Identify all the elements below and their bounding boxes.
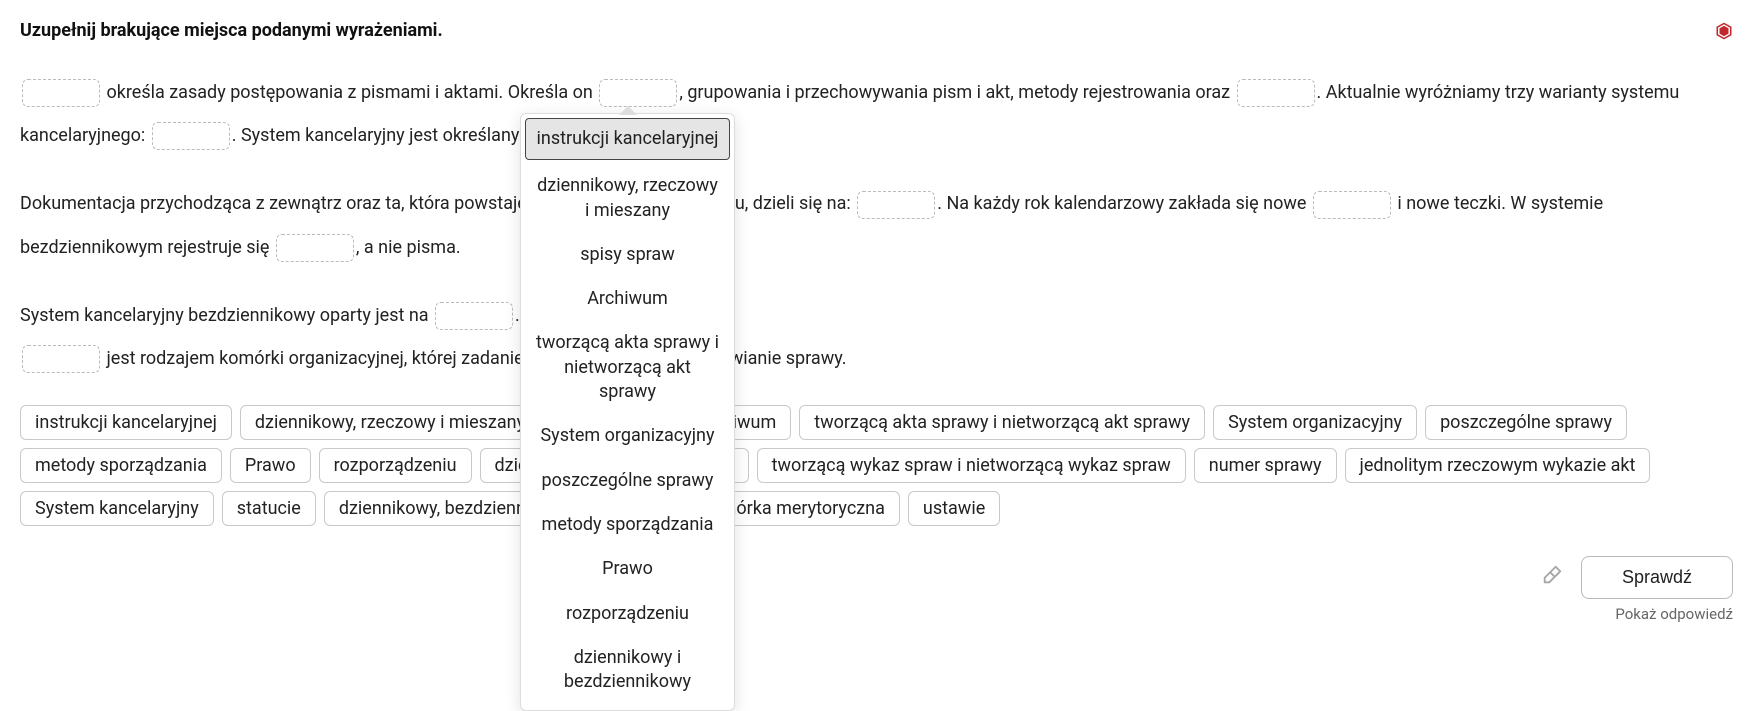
dropdown-item[interactable]: System organizacyjny xyxy=(521,414,734,458)
option-chip[interactable]: poszczególne sprawy xyxy=(1425,405,1627,440)
option-chip[interactable]: metody sporządzania xyxy=(20,448,222,483)
dropdown-item[interactable]: metody sporządzania xyxy=(521,503,734,547)
option-chip[interactable]: Prawo xyxy=(230,448,311,483)
text: System kancelaryjny bezdziennikowy opart… xyxy=(20,305,433,326)
text: określa zasady postępowania z pismami i … xyxy=(102,82,597,103)
text: . Na każdy rok kalendarzowy zakłada się … xyxy=(937,193,1311,214)
info-hexagon-icon[interactable] xyxy=(1715,22,1733,40)
dropdown-item[interactable]: dziennikowy i bezdziennikowy xyxy=(521,636,734,705)
blank-input[interactable] xyxy=(22,79,100,107)
option-chip[interactable]: dziennikowy, rzeczowy i mieszany xyxy=(240,405,540,440)
dropdown-item[interactable]: spisy spraw xyxy=(521,233,734,277)
blank-input[interactable] xyxy=(152,122,230,150)
option-chip[interactable]: statucie xyxy=(222,491,316,526)
dropdown-item[interactable]: instrukcji kancelaryjnej xyxy=(525,118,730,160)
blank-input[interactable] xyxy=(22,345,100,373)
option-chip[interactable]: System organizacyjny xyxy=(1213,405,1417,440)
dropdown-item[interactable]: Archiwum xyxy=(521,277,734,321)
eraser-icon[interactable] xyxy=(1541,564,1563,591)
dropdown-item[interactable]: tworzącą akta sprawy i nietworzącą akt s… xyxy=(521,321,734,414)
blank-input[interactable] xyxy=(435,302,513,330)
paragraph-2: Dokumentacja przychodząca z zewnątrz ora… xyxy=(20,182,1733,268)
blank-input[interactable] xyxy=(1313,191,1391,219)
exercise-title: Uzupełnij brakujące miejsca podanymi wyr… xyxy=(20,20,443,41)
dropdown-item[interactable]: dziennikowy, rzeczowy i mieszany xyxy=(521,164,734,233)
blank-input[interactable] xyxy=(276,234,354,262)
blank-input[interactable] xyxy=(1237,79,1315,107)
text: . System kancelaryjny jest określany w xyxy=(232,125,542,146)
option-chip[interactable]: ustawie xyxy=(908,491,1000,526)
dropdown-item[interactable]: Prawo xyxy=(521,547,734,591)
option-chip[interactable]: System kancelaryjny xyxy=(20,491,214,526)
text: , grupowania i przechowywania pism i akt… xyxy=(679,82,1234,103)
options-pool: instrukcji kancelaryjnejdziennikowy, rze… xyxy=(20,405,1733,526)
option-chip[interactable]: jednolitym rzeczowym wykazie akt xyxy=(1345,448,1651,483)
dropdown-item[interactable]: poszczególne sprawy xyxy=(521,459,734,503)
option-chip[interactable]: numer sprawy xyxy=(1194,448,1337,483)
option-chip[interactable]: instrukcji kancelaryjnej xyxy=(20,405,232,440)
paragraph-3: System kancelaryjny bezdziennikowy opart… xyxy=(20,294,1733,380)
option-chip[interactable]: tworzącą wykaz spraw i nietworzącą wykaz… xyxy=(757,448,1186,483)
blank-dropdown: instrukcji kancelaryjnejdziennikowy, rze… xyxy=(520,113,735,711)
check-button[interactable]: Sprawdź xyxy=(1581,556,1733,599)
show-answer-link[interactable]: Pokaż odpowiedź xyxy=(20,605,1733,623)
paragraph-1: określa zasady postępowania z pismami i … xyxy=(20,71,1733,157)
text: , a nie pisma. xyxy=(356,237,461,258)
dropdown-item[interactable]: rozporządzeniu xyxy=(521,592,734,636)
option-chip[interactable]: rozporządzeniu xyxy=(319,448,472,483)
blank-input[interactable] xyxy=(599,79,677,107)
option-chip[interactable]: tworzącą akta sprawy i nietworzącą akt s… xyxy=(799,405,1205,440)
blank-input[interactable] xyxy=(857,191,935,219)
